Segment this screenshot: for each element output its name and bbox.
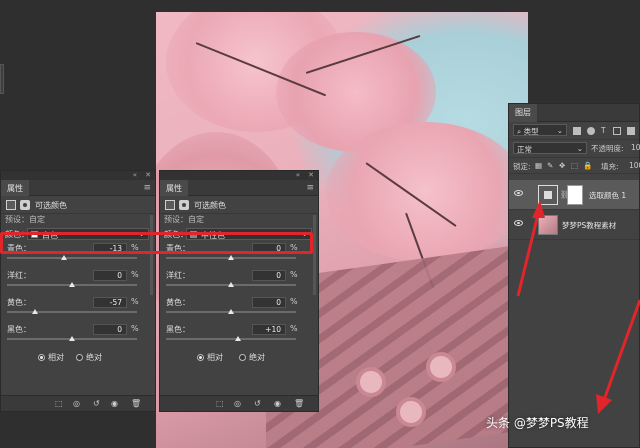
watermark: 头条 @梦梦PS教程 <box>486 416 589 430</box>
annotation-arrows <box>516 200 640 414</box>
